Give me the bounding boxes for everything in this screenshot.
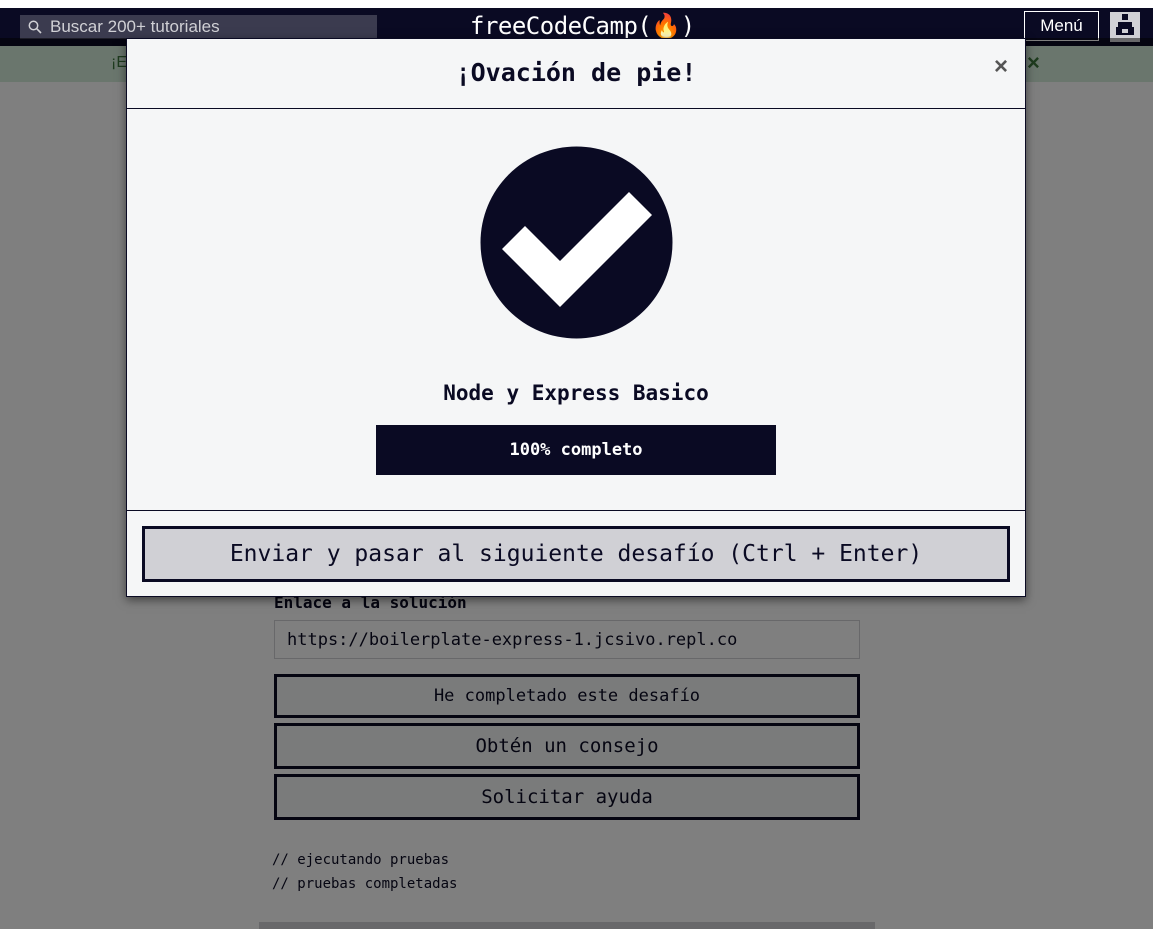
search-input[interactable] xyxy=(50,17,370,37)
modal-title: ¡Ovación de pie! xyxy=(455,58,697,87)
search-bar[interactable] xyxy=(20,15,377,39)
modal-body: Node y Express Basico 100% completo xyxy=(127,109,1025,510)
top-strip xyxy=(0,0,1153,8)
modal-header: ¡Ovación de pie! × xyxy=(127,39,1025,109)
modal-footer: Enviar y pasar al siguiente desafío (Ctr… xyxy=(127,510,1025,596)
modal-close-button[interactable]: × xyxy=(987,53,1015,81)
progress-label: 100% completo xyxy=(509,440,643,460)
completion-modal: ¡Ovación de pie! × Node y Express Basico… xyxy=(126,38,1026,597)
menu-button[interactable]: Menú xyxy=(1024,11,1099,41)
checkmark-circle-icon xyxy=(480,146,673,339)
search-icon xyxy=(28,20,42,34)
submit-next-challenge-button[interactable]: Enviar y pasar al siguiente desafío (Ctr… xyxy=(142,526,1010,582)
course-title: Node y Express Basico xyxy=(443,381,709,405)
brand-logo[interactable]: freeCodeCamp(🔥) xyxy=(470,12,695,40)
progress-bar: 100% completo xyxy=(376,425,776,475)
